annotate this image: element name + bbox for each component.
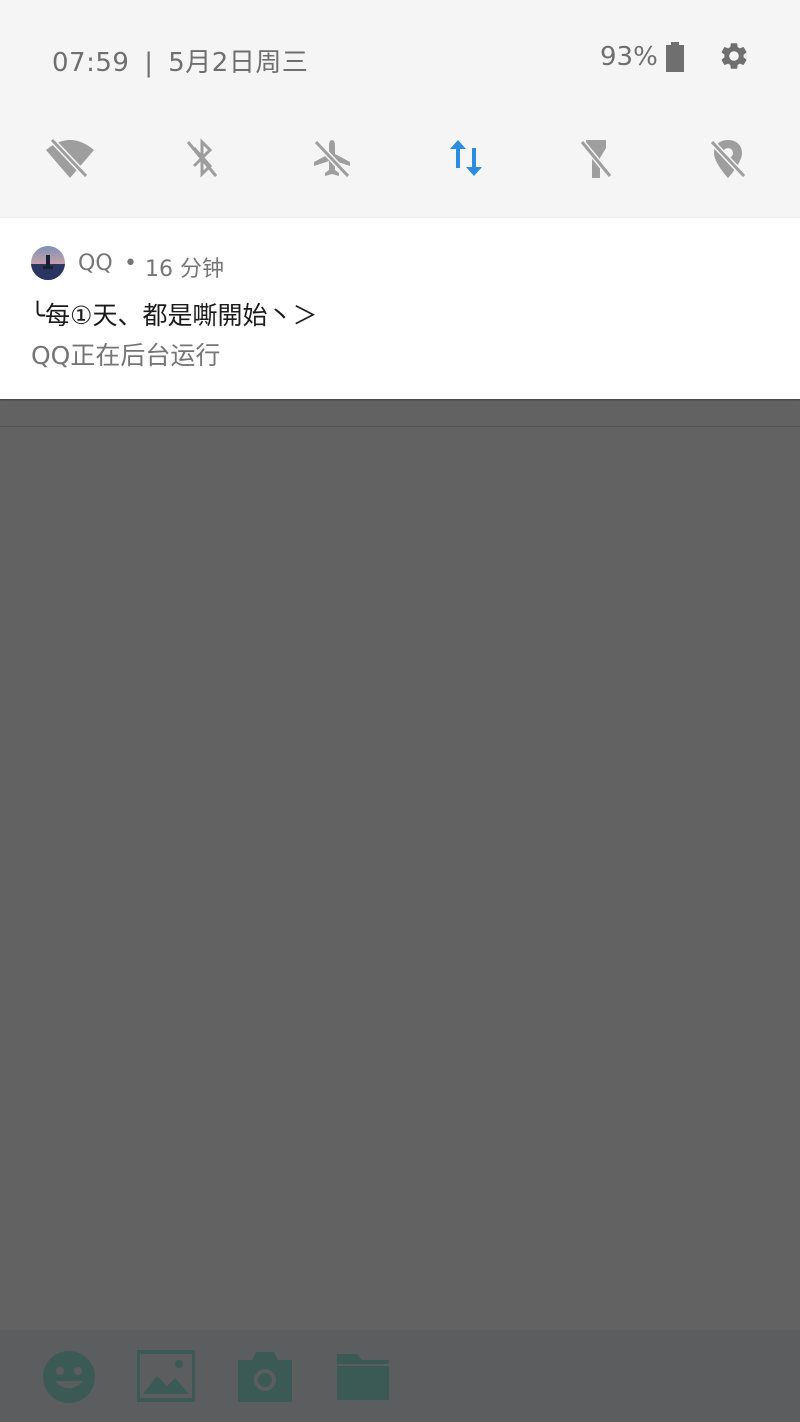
tile-location[interactable] xyxy=(698,128,758,188)
date: 5月2日周三 xyxy=(168,48,309,78)
airplane-off-icon xyxy=(313,139,351,179)
image-icon[interactable] xyxy=(137,1348,195,1406)
bluetooth-off-icon xyxy=(186,138,218,178)
divider xyxy=(0,426,800,427)
tile-airplane[interactable] xyxy=(302,128,362,188)
emoji-icon[interactable] xyxy=(40,1348,98,1406)
notification-time: 16 分钟 xyxy=(145,257,224,282)
date-time[interactable]: 07:59 | 5月2日周三 xyxy=(52,42,308,79)
status-row: 07:59 | 5月2日周三 93% xyxy=(0,36,800,80)
gear-icon[interactable] xyxy=(718,40,750,72)
notification-title: ╰每①天、都是嘶開始丶＞ xyxy=(30,301,318,330)
mobile-data-icon xyxy=(450,140,482,176)
clock: 07:59 xyxy=(52,48,130,78)
bottom-toolbar xyxy=(0,1330,800,1422)
battery-percent: 93% xyxy=(600,42,658,72)
wifi-off-icon xyxy=(46,137,94,179)
camera-icon[interactable] xyxy=(236,1348,294,1406)
notification-card[interactable]: QQ • 16 分钟 ╰每①天、都是嘶開始丶＞ QQ正在后台运行 xyxy=(0,218,800,399)
time-date-separator: | xyxy=(144,48,154,78)
notification-app-name: QQ xyxy=(78,251,113,276)
battery-icon[interactable] xyxy=(666,42,684,72)
tile-wifi[interactable] xyxy=(40,128,100,188)
location-off-icon xyxy=(709,139,747,179)
tile-flashlight[interactable] xyxy=(566,128,626,188)
notification-bullet: • xyxy=(124,251,137,276)
folder-icon[interactable] xyxy=(335,1348,393,1406)
notification-text: QQ正在后台运行 xyxy=(31,341,221,370)
tile-mobile-data[interactable] xyxy=(436,128,496,188)
app-avatar xyxy=(31,246,65,280)
quick-tiles xyxy=(0,128,800,188)
quick-settings-panel: 07:59 | 5月2日周三 93% xyxy=(0,0,800,218)
flashlight-off-icon xyxy=(579,140,613,178)
tile-bluetooth[interactable] xyxy=(172,128,232,188)
